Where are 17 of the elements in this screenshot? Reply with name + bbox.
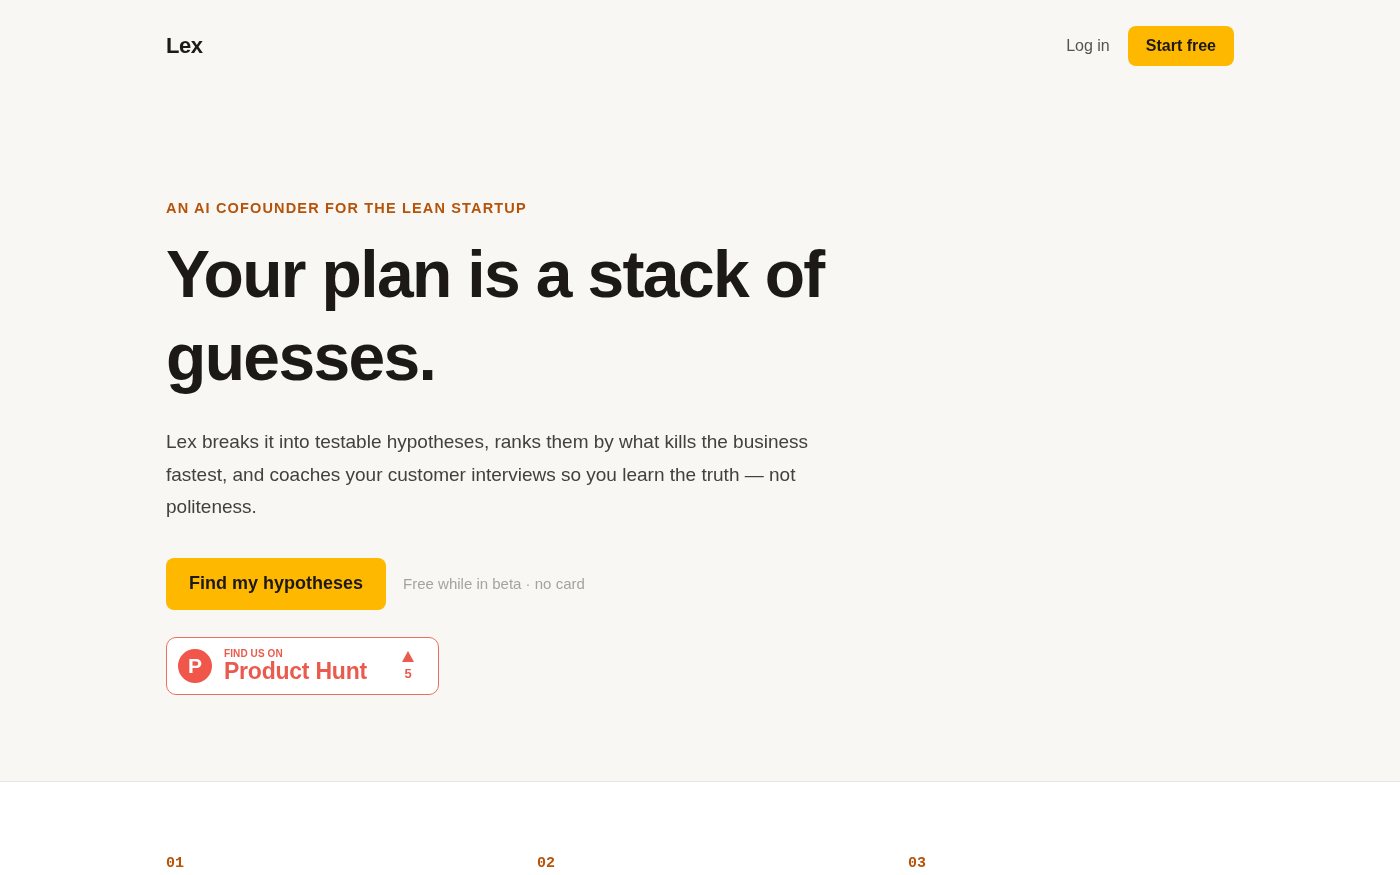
triangle-icon: [402, 650, 414, 662]
logo[interactable]: Lex: [166, 33, 203, 58]
eyebrow-text: AN AI COFOUNDER FOR THE LEAN STARTUP: [166, 199, 527, 218]
cta-note: Free while in beta · no card: [403, 575, 585, 592]
login-link[interactable]: Log in: [1066, 26, 1110, 66]
headline: Your plan is a stack of guesses.: [166, 236, 826, 396]
step-number: 01: [166, 855, 184, 873]
find-hypotheses-button[interactable]: Find my hypotheses: [166, 557, 387, 610]
logo-mark: P: [178, 648, 212, 683]
start-free-button[interactable]: Start free: [1127, 26, 1234, 66]
product-hunt-badge[interactable]: P FIND US ON Product Hunt 5: [166, 636, 439, 695]
badge-kicker: FIND US ON: [224, 648, 283, 659]
description: Lex breaks it into testable hypotheses, ranks them by what kills the business fastest, and coaches your customer interviews so you learn the truth — not politeness.: [166, 430, 810, 519]
step-number: 03: [908, 855, 926, 873]
step-number: 02: [537, 855, 555, 873]
badge-title: Product Hunt: [224, 659, 367, 683]
upvote-count: 5: [404, 666, 412, 681]
